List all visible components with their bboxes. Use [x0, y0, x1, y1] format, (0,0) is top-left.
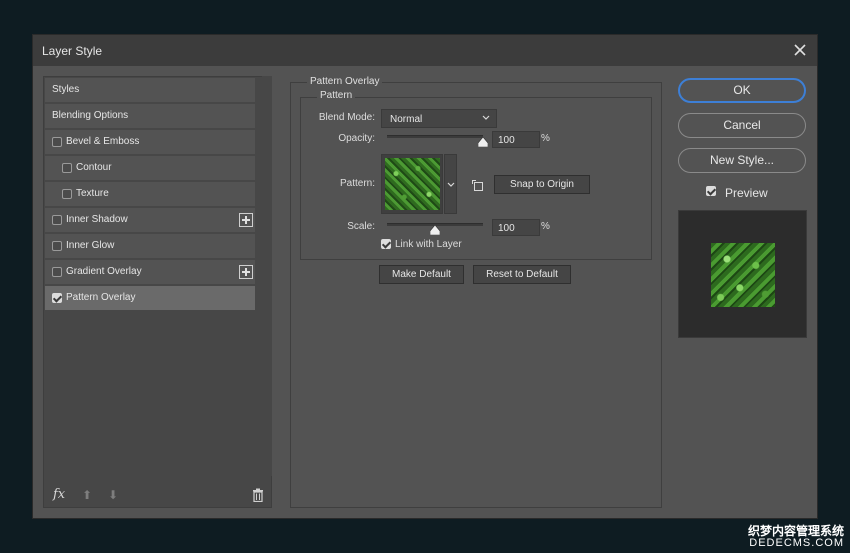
blend-mode-select[interactable]: Normal: [381, 109, 497, 128]
add-inner-shadow-button[interactable]: [239, 213, 253, 227]
cancel-button[interactable]: Cancel: [678, 113, 806, 138]
move-down-icon[interactable]: ⬇: [107, 489, 119, 501]
chevron-down-icon: [482, 115, 490, 120]
scale-value: 100: [498, 223, 515, 234]
styles-list-item-inner-glow[interactable]: Inner Glow: [45, 234, 255, 259]
styles-list: Styles Blending Options Bevel & Emboss C…: [43, 76, 272, 508]
pattern-picker-dropdown[interactable]: [444, 154, 457, 214]
styles-item-label: Styles: [52, 84, 80, 95]
dialog-title: Layer Style: [42, 44, 103, 58]
styles-list-item-styles[interactable]: Styles: [45, 78, 255, 103]
scale-slider-thumb[interactable]: [430, 225, 440, 235]
preview-image: [711, 243, 775, 307]
styles-list-item-blending-options[interactable]: Blending Options: [45, 104, 255, 129]
new-style-button[interactable]: New Style...: [678, 148, 806, 173]
preview-box: [678, 210, 807, 338]
styles-item-label: Bevel & Emboss: [66, 136, 140, 147]
watermark-line-1: 织梦内容管理系统: [747, 524, 844, 538]
styles-list-item-gradient-overlay[interactable]: Gradient Overlay: [45, 260, 255, 285]
styles-item-label: Texture: [76, 188, 109, 199]
opacity-input[interactable]: 100: [492, 131, 540, 148]
preview-checkbox[interactable]: [706, 186, 716, 196]
trash-icon[interactable]: [252, 488, 264, 502]
gradient-overlay-checkbox[interactable]: [52, 267, 62, 277]
scale-label: Scale:: [347, 221, 375, 232]
inner-shadow-checkbox[interactable]: [52, 215, 62, 225]
ok-button[interactable]: OK: [678, 78, 806, 103]
styles-item-label: Gradient Overlay: [66, 266, 142, 277]
pattern-subgroup-title: Pattern: [317, 90, 356, 101]
close-icon[interactable]: [792, 42, 808, 58]
scale-input[interactable]: 100: [492, 219, 540, 236]
fx-menu-button[interactable]: fx: [53, 487, 65, 502]
pattern-overlay-title: Pattern Overlay: [307, 76, 383, 87]
add-gradient-overlay-button[interactable]: [239, 265, 253, 279]
layer-style-dialog: Layer Style Styles Blending Options Beve…: [32, 34, 818, 519]
styles-list-scrollbar[interactable]: [262, 76, 272, 476]
create-preset-icon[interactable]: [472, 180, 484, 192]
blend-mode-label: Blend Mode:: [318, 112, 375, 123]
opacity-label: Opacity:: [338, 133, 375, 144]
styles-item-label: Blending Options: [52, 110, 129, 121]
watermark-line-2: DEDECMS.COM: [749, 537, 844, 549]
pattern-overlay-checkbox[interactable]: [52, 293, 62, 303]
scale-unit: %: [541, 221, 550, 232]
link-with-layer-label: Link with Layer: [395, 239, 462, 250]
contour-checkbox[interactable]: [62, 163, 72, 173]
inner-glow-checkbox[interactable]: [52, 241, 62, 251]
styles-item-label: Inner Shadow: [66, 214, 128, 225]
styles-list-item-contour[interactable]: Contour: [45, 156, 255, 181]
move-up-icon[interactable]: ⬆: [81, 489, 93, 501]
title-bar: Layer Style: [33, 35, 817, 66]
texture-checkbox[interactable]: [62, 189, 72, 199]
watermark: 织梦内容管理系统 DEDECMS.COM: [748, 525, 844, 549]
styles-toolbar: fx ⬆ ⬇: [43, 483, 272, 508]
styles-list-item-pattern-overlay[interactable]: Pattern Overlay: [45, 286, 255, 311]
opacity-value: 100: [498, 135, 515, 146]
make-default-button[interactable]: Make Default: [379, 265, 464, 284]
pattern-swatch[interactable]: [381, 154, 443, 214]
styles-list-item-inner-shadow[interactable]: Inner Shadow: [45, 208, 255, 233]
link-with-layer-checkbox[interactable]: [381, 239, 391, 249]
chevron-down-icon: [447, 182, 455, 187]
preview-label: Preview: [725, 186, 768, 200]
opacity-slider-track[interactable]: [387, 135, 483, 138]
styles-list-item-bevel-emboss[interactable]: Bevel & Emboss: [45, 130, 255, 155]
opacity-slider-thumb[interactable]: [478, 137, 488, 147]
pattern-label: Pattern:: [339, 178, 375, 189]
styles-item-label: Pattern Overlay: [66, 292, 136, 303]
styles-list-item-texture[interactable]: Texture: [45, 182, 255, 207]
snap-to-origin-button[interactable]: Snap to Origin: [494, 175, 590, 194]
blend-mode-value: Normal: [390, 114, 423, 125]
bevel-emboss-checkbox[interactable]: [52, 137, 62, 147]
styles-item-label: Contour: [76, 162, 112, 173]
pattern-thumbnail: [385, 158, 440, 210]
styles-item-label: Inner Glow: [66, 240, 115, 251]
reset-to-default-button[interactable]: Reset to Default: [473, 265, 571, 284]
opacity-unit: %: [541, 133, 550, 144]
